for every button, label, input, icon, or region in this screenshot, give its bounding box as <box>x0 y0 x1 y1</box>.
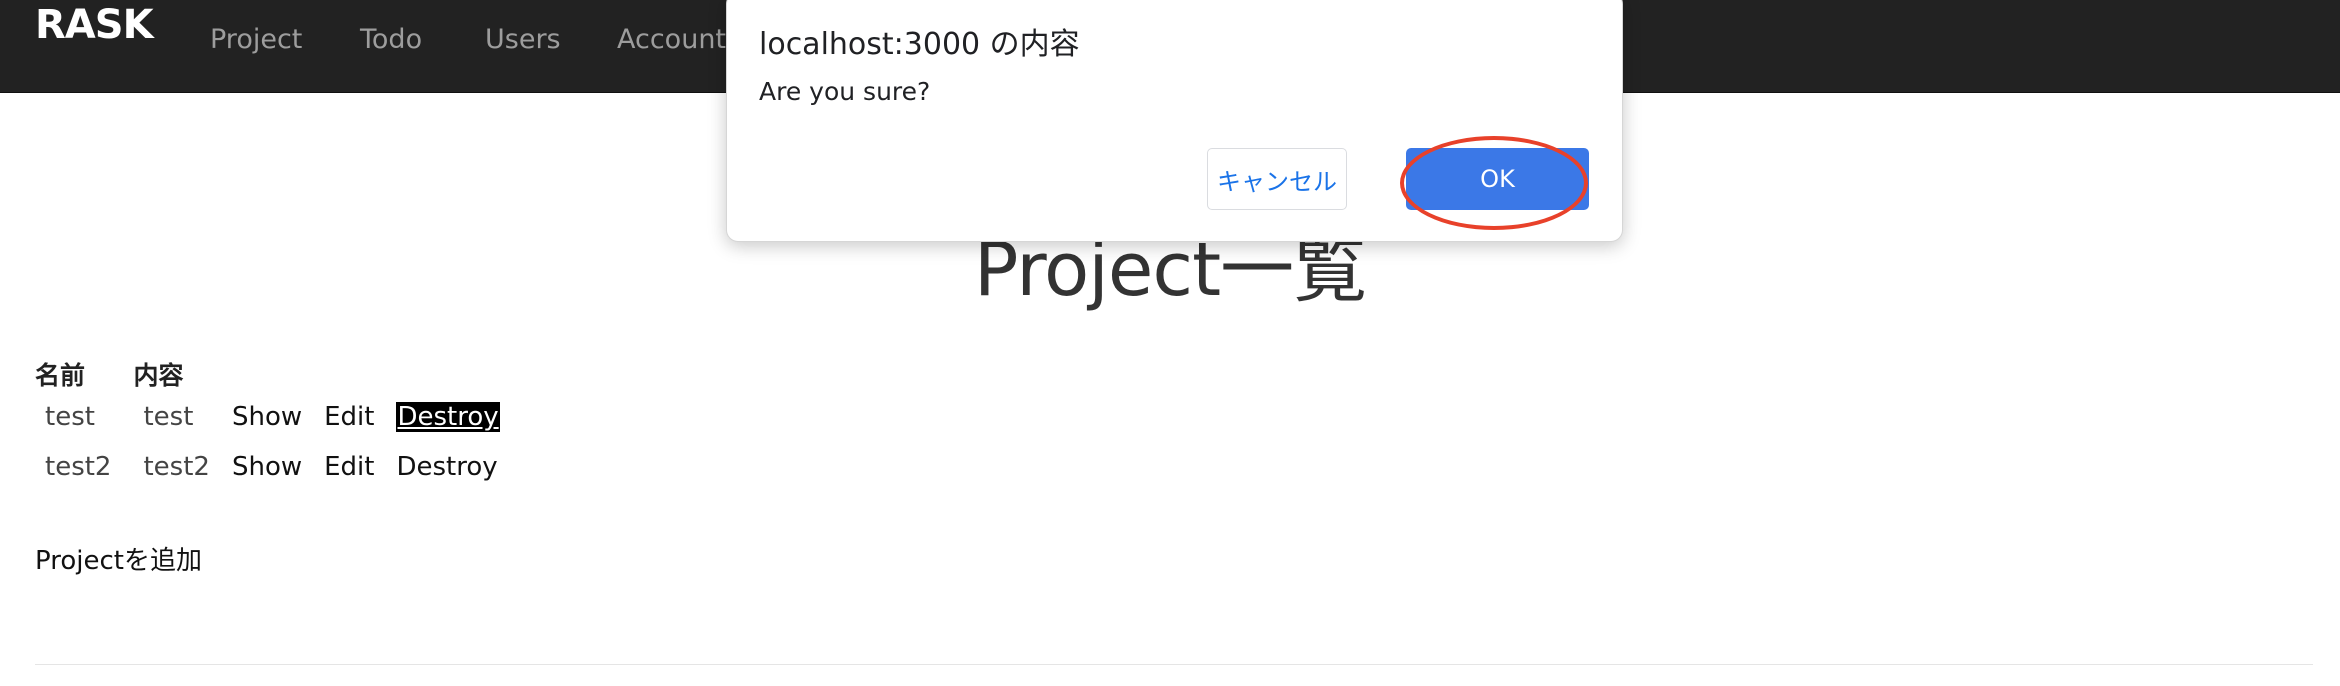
footer-divider <box>35 664 2313 665</box>
dialog-message: Are you sure? <box>759 77 931 106</box>
nav-item-account[interactable]: Account <box>617 24 726 55</box>
project-content-cell: test <box>143 402 194 432</box>
nav-item-users[interactable]: Users <box>485 24 561 55</box>
column-header-name: 名前 <box>35 361 86 390</box>
ok-button[interactable]: OK <box>1406 148 1589 210</box>
project-name-cell: test <box>45 402 95 432</box>
project-content-cell: test2 <box>143 452 210 482</box>
column-header-content: 内容 <box>133 361 184 390</box>
destroy-link[interactable]: Destroy <box>396 402 500 432</box>
project-name-cell: test2 <box>45 452 112 482</box>
add-project-link[interactable]: Projectを追加 <box>35 540 202 577</box>
cancel-button[interactable]: キャンセル <box>1207 148 1347 210</box>
projects-table: 名前 内容 test test Show Edit Destroy test2 … <box>35 356 522 492</box>
table-row: test2 test2 Show Edit Destroy <box>35 442 522 492</box>
dialog-title: localhost:3000 の内容 <box>759 27 1080 62</box>
destroy-link[interactable]: Destroy <box>396 442 521 492</box>
brand-logo[interactable]: RASK <box>35 2 154 48</box>
nav-item-project[interactable]: Project <box>210 24 302 55</box>
table-row: test test Show Edit Destroy <box>35 392 522 442</box>
table-header-row: 名前 内容 <box>35 356 522 392</box>
show-link[interactable]: Show <box>232 442 324 492</box>
confirm-dialog: localhost:3000 の内容 Are you sure? キャンセル O… <box>726 0 1623 242</box>
nav-item-todo[interactable]: Todo <box>360 24 422 55</box>
edit-link[interactable]: Edit <box>324 392 396 442</box>
edit-link[interactable]: Edit <box>324 442 396 492</box>
show-link[interactable]: Show <box>232 392 324 442</box>
